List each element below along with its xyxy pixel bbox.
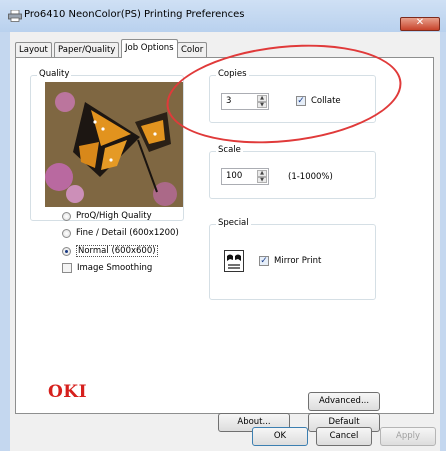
printer-icon (8, 10, 22, 22)
radio-proq-high-quality[interactable]: ProQ/High Quality (62, 211, 152, 221)
radio-normal-label: Normal (600x600) (76, 245, 158, 257)
tab-paper-quality[interactable]: Paper/Quality (54, 42, 120, 57)
mirror-print-checkbox-row[interactable]: ✓ Mirror Print (259, 256, 321, 266)
tab-layout[interactable]: Layout (15, 42, 52, 57)
oki-logo: OKI (48, 382, 88, 402)
image-smoothing-checkbox[interactable] (62, 263, 72, 273)
tab-color[interactable]: Color (177, 42, 208, 57)
quality-preview-image (45, 82, 183, 207)
image-smoothing-checkbox-row[interactable]: Image Smoothing (62, 263, 152, 273)
collate-checkbox[interactable]: ✓ (296, 96, 306, 106)
radio-normal[interactable]: Normal (600x600) (62, 245, 158, 257)
ok-button[interactable]: OK (252, 427, 308, 446)
close-button[interactable]: ✕ (400, 17, 440, 31)
radio-normal-button[interactable] (62, 246, 71, 256)
advanced-button[interactable]: Advanced... (308, 392, 380, 411)
special-label: Special (216, 218, 251, 228)
image-smoothing-label: Image Smoothing (77, 263, 153, 273)
apply-button[interactable]: Apply (380, 427, 436, 446)
mirror-print-label: Mirror Print (274, 256, 322, 266)
collate-checkbox-row[interactable]: ✓ Collate (296, 96, 341, 106)
scale-value: 100 (226, 171, 243, 181)
copies-stepper[interactable]: 3 ▲ ▼ (221, 93, 269, 110)
radio-proq-label: ProQ/High Quality (76, 211, 152, 221)
collate-label: Collate (311, 96, 341, 106)
radio-fine-button[interactable] (62, 228, 71, 238)
radio-fine-detail[interactable]: Fine / Detail (600x1200) (62, 228, 179, 238)
window-frame-left (0, 32, 10, 451)
window-frame-right (440, 32, 446, 451)
mirror-print-icon (224, 250, 244, 272)
tab-job-options[interactable]: Job Options (121, 39, 178, 58)
scale-down-arrow-icon[interactable]: ▼ (257, 176, 267, 183)
close-icon: ✕ (415, 17, 425, 28)
radio-proq-button[interactable] (62, 211, 71, 221)
dialog-client-area: Layout Paper/Quality Job Options Color Q… (10, 32, 440, 451)
mirror-print-checkbox[interactable]: ✓ (259, 256, 269, 266)
copies-value: 3 (226, 96, 232, 106)
cancel-button[interactable]: Cancel (316, 427, 372, 446)
copies-label: Copies (216, 69, 249, 79)
scale-stepper[interactable]: 100 ▲ ▼ (221, 168, 269, 185)
scale-label: Scale (216, 145, 243, 155)
window-title: Pro6410 NeonColor(PS) Printing Preferenc… (24, 9, 245, 20)
quality-label: Quality (37, 69, 72, 79)
radio-fine-label: Fine / Detail (600x1200) (76, 228, 179, 238)
scale-range-hint: (1-1000%) (288, 172, 333, 182)
title-bar: Pro6410 NeonColor(PS) Printing Preferenc… (0, 0, 446, 32)
copies-down-arrow-icon[interactable]: ▼ (257, 101, 267, 108)
